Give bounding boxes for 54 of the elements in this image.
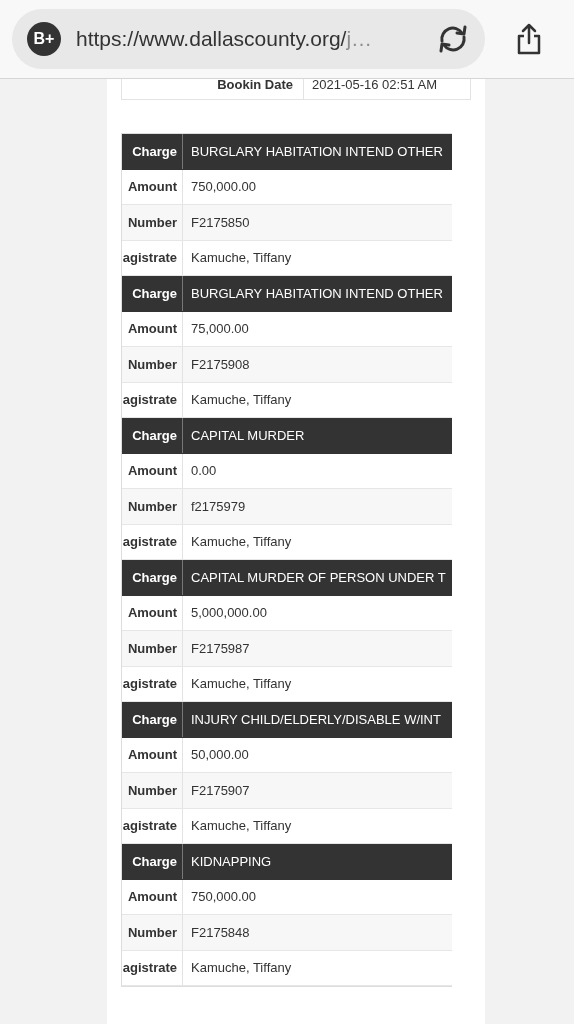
field-label: Number bbox=[122, 915, 183, 950]
field-label: agistrate bbox=[122, 240, 183, 275]
table-cell-text: BURGLARY HABITATION INTEND OTHER bbox=[190, 284, 444, 303]
table-cell-text: Kamuche, Tiffany bbox=[190, 959, 293, 978]
table-cell-text: Kamuche, Tiffany bbox=[190, 391, 293, 410]
table-cell-text: Kamuche, Tiffany bbox=[190, 533, 293, 552]
field-label: Charge bbox=[122, 844, 183, 879]
table-cell-text: 5,000,000.00 bbox=[190, 604, 268, 623]
field-label: Number bbox=[122, 631, 183, 666]
field-label: Number bbox=[122, 205, 183, 240]
field-label: Charge bbox=[122, 560, 183, 595]
field-label: Charge bbox=[122, 276, 183, 311]
table-cell-text: F2175850 bbox=[190, 213, 251, 232]
table-cell-text: INJURY CHILD/ELDERLY/DISABLE W/INT bbox=[190, 710, 442, 729]
field-label: agistrate bbox=[122, 666, 183, 701]
field-label: Charge bbox=[122, 702, 183, 737]
field-label: Number bbox=[122, 347, 183, 382]
field-label: Amount bbox=[122, 879, 183, 914]
field-label: Bookin Date bbox=[122, 79, 304, 99]
table-cell-text: CAPITAL MURDER bbox=[190, 426, 306, 445]
table-cell-text: F2175987 bbox=[190, 639, 251, 658]
table-cell-text: 0.00 bbox=[190, 462, 218, 481]
table-cell-text: BURGLARY HABITATION INTEND OTHER bbox=[190, 142, 444, 161]
url-text[interactable]: https://www.dallascounty.org/j… bbox=[76, 27, 435, 51]
address-bar[interactable]: B+ https://www.dallascounty.org/j… bbox=[12, 9, 485, 69]
table-cell-text: 75,000.00 bbox=[190, 320, 250, 339]
table-cell-text: 50,000.00 bbox=[190, 746, 250, 765]
field-label: Amount bbox=[122, 737, 183, 772]
field-label: agistrate bbox=[122, 524, 183, 559]
field-label: Amount bbox=[122, 453, 183, 488]
share-icon[interactable] bbox=[515, 23, 543, 55]
table-cell-text: Kamuche, Tiffany bbox=[190, 675, 293, 694]
field-label: Charge bbox=[122, 418, 183, 453]
field-label: agistrate bbox=[122, 808, 183, 843]
field-label: Number bbox=[122, 489, 183, 524]
table-cell-text: F2175908 bbox=[190, 355, 251, 374]
table-cell-text: 2021-05-16 02:51 AM bbox=[311, 79, 439, 94]
table-cell-text: F2175907 bbox=[190, 781, 251, 800]
reader-badge[interactable]: B+ bbox=[27, 22, 61, 56]
field-label: Number bbox=[122, 773, 183, 808]
table-cell-text: KIDNAPPING bbox=[190, 852, 273, 871]
table-cell-text: f2175979 bbox=[190, 497, 247, 516]
table-cell-text: 750,000.00 bbox=[190, 888, 258, 907]
field-label: agistrate bbox=[122, 950, 183, 985]
table-cell-text: Kamuche, Tiffany bbox=[190, 817, 293, 836]
table-cell-text: 750,000.00 bbox=[190, 178, 258, 197]
field-label: Charge bbox=[122, 134, 183, 169]
field-label: Amount bbox=[122, 169, 183, 204]
field-label: agistrate bbox=[122, 382, 183, 417]
table-cell-text: CAPITAL MURDER OF PERSON UNDER T bbox=[190, 568, 447, 587]
field-label: Amount bbox=[122, 595, 183, 630]
table-cell-text: Kamuche, Tiffany bbox=[190, 249, 293, 268]
field-label: Amount bbox=[122, 311, 183, 346]
table-cell-text: F2175848 bbox=[190, 923, 251, 942]
